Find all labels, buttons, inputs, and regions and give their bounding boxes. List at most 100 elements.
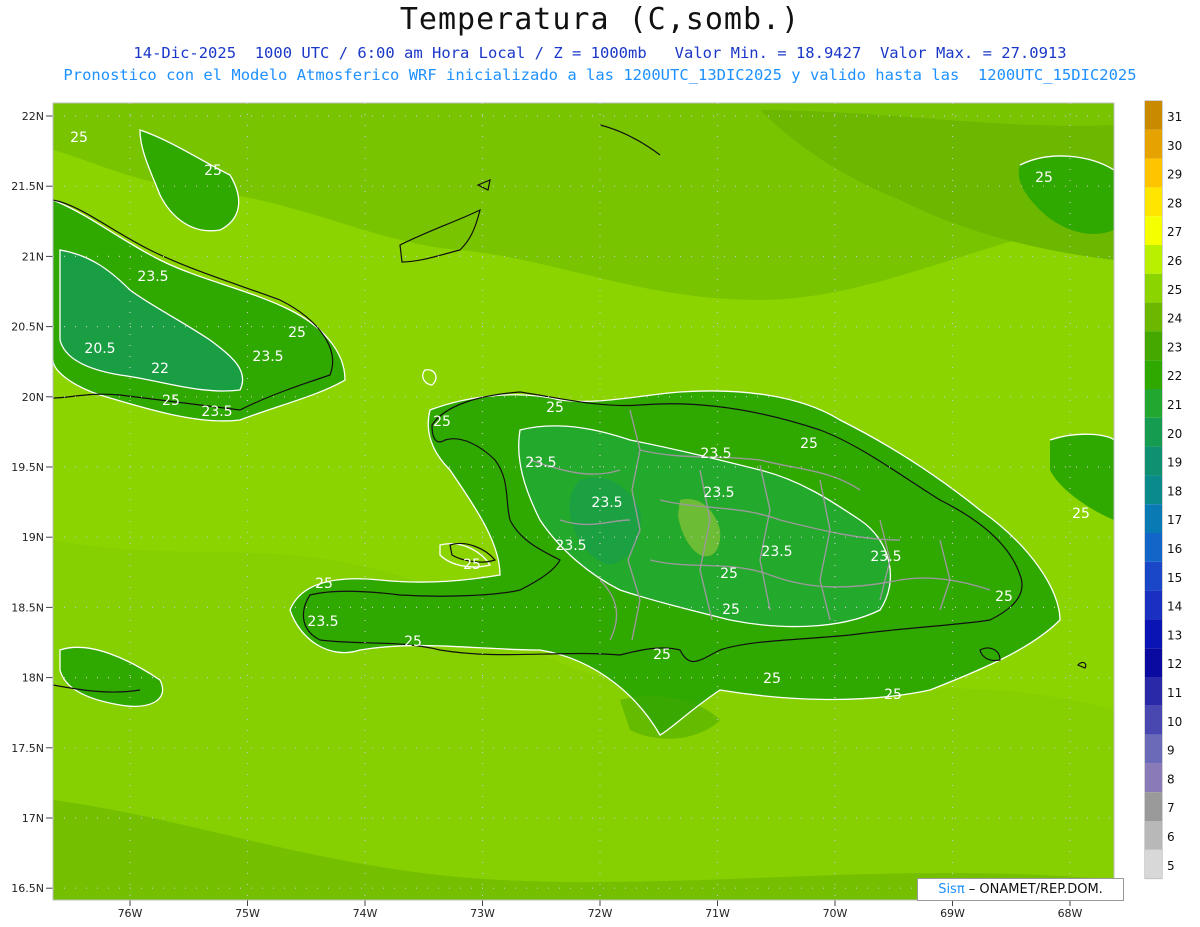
contour-label: 22 [151, 361, 169, 377]
colorbar-swatch [1145, 187, 1162, 217]
colorbar-swatch [1145, 273, 1162, 303]
contour-label: 25 [763, 671, 781, 687]
colorbar-label: 17 [1167, 513, 1182, 527]
colorbar-label: 5 [1167, 859, 1175, 873]
colorbar-label: 8 [1167, 772, 1175, 786]
colorbar-label: 7 [1167, 801, 1175, 815]
lon-label: 75W [235, 907, 260, 920]
colorbar-label: 30 [1167, 139, 1182, 153]
lon-label: 69W [940, 907, 965, 920]
colorbar-swatch [1145, 504, 1162, 533]
lat-label: 19N [22, 531, 44, 544]
contour-label: 25 [722, 602, 740, 618]
colorbar-swatch [1145, 821, 1162, 850]
colorbar-label: 13 [1167, 628, 1182, 642]
lon-label: 70W [823, 907, 848, 920]
contour-label: 25 [404, 634, 422, 650]
contour-label: 25 [315, 576, 333, 592]
contour-label: 23.5 [252, 349, 283, 365]
colorbar-label: 15 [1167, 571, 1182, 585]
colorbar-label: 28 [1167, 196, 1182, 210]
contour-label: 23.5 [307, 614, 338, 630]
colorbar-label: 14 [1167, 600, 1182, 614]
contour-label: 23.5 [137, 269, 168, 285]
contour-label: 25 [288, 325, 306, 341]
credit-box: Sisπ – ONAMET/REP.DOM. [917, 878, 1124, 901]
contour-label: 25 [720, 566, 738, 582]
colorbar-swatch [1145, 792, 1162, 821]
colorbar-swatch [1145, 331, 1162, 361]
lon-label: 68W [1058, 907, 1083, 920]
contour-label: 25 [70, 130, 88, 146]
contour-label: 25 [546, 400, 564, 416]
contour-label: 25 [653, 647, 671, 663]
colorbar-swatch [1145, 216, 1162, 245]
contour-label: 25 [162, 393, 180, 409]
contour-label: 23.5 [591, 495, 622, 511]
lat-label: 20N [22, 391, 44, 404]
coast-jamaica-west [53, 644, 54, 645]
contour-label: 25 [800, 436, 818, 452]
colorbar-label: 25 [1167, 283, 1182, 297]
colorbar-label: 23 [1167, 340, 1182, 354]
colorbar-swatch [1145, 533, 1162, 562]
lat-label: 22N [22, 110, 44, 123]
colorbar-label: 12 [1167, 657, 1182, 671]
colorbar-swatch [1145, 475, 1162, 505]
colorbar-swatch [1145, 648, 1162, 677]
colorbar-label: 10 [1167, 715, 1182, 729]
colorbar-label: 24 [1167, 312, 1182, 326]
colorbar-label: 27 [1167, 225, 1182, 239]
lat-label: 21.5N [11, 180, 44, 193]
contour-label: 23.5 [525, 455, 556, 471]
colorbar-label: 20 [1167, 427, 1182, 441]
contour-label: 23.5 [700, 446, 731, 462]
colorbar-swatch [1145, 129, 1162, 159]
colorbar-swatch [1145, 302, 1162, 332]
colorbar: 31 30 29 28 27 26 25 24 23 22 21 20 19 18 17 16 15 14 13 12… [1144, 100, 1182, 880]
credit-text: – ONAMET/REP.DOM. [964, 882, 1103, 897]
lat-label: 17.5N [11, 742, 44, 755]
colorbar-label: 31 [1167, 110, 1182, 124]
contour-label: 25 [463, 557, 481, 573]
lat-label: 21N [22, 250, 44, 263]
colorbar-swatch [1145, 849, 1162, 879]
colorbar-label: 9 [1167, 744, 1175, 758]
lat-label: 18.5N [11, 601, 44, 614]
colorbar-swatch [1145, 590, 1162, 620]
colorbar-swatch [1145, 389, 1162, 418]
contour-label: 25 [995, 589, 1013, 605]
contour-label: 23.5 [870, 549, 901, 565]
colorbar-swatch [1145, 763, 1162, 793]
contour-label: 25 [884, 687, 902, 703]
contour-label: 23.5 [761, 544, 792, 560]
lon-label: 74W [353, 907, 378, 920]
lat-label: 20.5N [11, 321, 44, 334]
colorbar-swatch [1145, 734, 1162, 764]
colorbar-label: 26 [1167, 254, 1182, 268]
lon-label: 71W [705, 907, 730, 920]
lon-label: 76W [118, 907, 143, 920]
contour-label: 23.5 [555, 538, 586, 554]
contour-label: 25 [433, 414, 451, 430]
contour-label: 23.5 [201, 404, 232, 420]
lat-label: 19.5N [11, 461, 44, 474]
colorbar-label: 22 [1167, 369, 1182, 383]
contour-label: 25 [204, 163, 222, 179]
contour-label: 23.5 [703, 485, 734, 501]
lon-label: 72W [588, 907, 613, 920]
colorbar-swatch [1145, 705, 1162, 735]
colorbar-swatch [1145, 158, 1162, 188]
contour-label: 20.5 [84, 341, 115, 357]
colorbar-swatch [1145, 245, 1162, 274]
colorbar-swatch [1145, 561, 1162, 591]
lon-label: 73W [470, 907, 495, 920]
contour-label: 25 [1072, 506, 1090, 522]
colorbar-label: 16 [1167, 542, 1182, 556]
colorbar-label: 29 [1167, 168, 1182, 182]
colorbar-swatch [1145, 417, 1162, 447]
sispi-logo: Sisπ [938, 882, 965, 897]
colorbar-label: 11 [1167, 686, 1182, 700]
colorbar-swatch [1145, 360, 1162, 389]
colorbar-swatch [1145, 446, 1162, 476]
